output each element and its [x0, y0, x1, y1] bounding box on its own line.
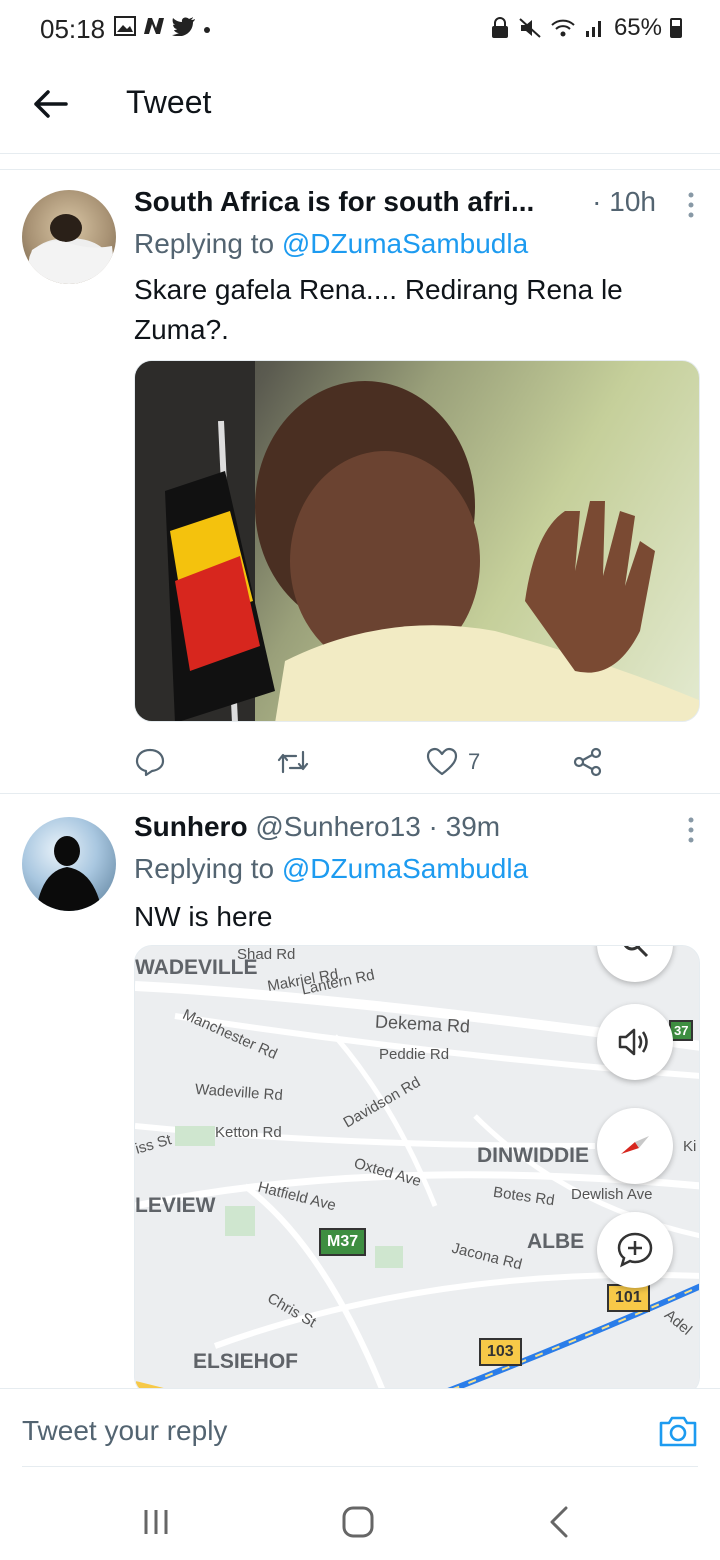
- map-label: Shad Rd: [237, 946, 296, 963]
- more-vertical-icon[interactable]: [684, 815, 698, 845]
- home-icon[interactable]: [338, 1504, 378, 1540]
- add-report-icon: [617, 1232, 653, 1268]
- display-name[interactable]: Sunhero: [134, 811, 248, 842]
- divider: [22, 1466, 698, 1467]
- tweet-photo[interactable]: [134, 360, 700, 722]
- heart-icon: [426, 747, 458, 776]
- tweet-text: NW is here: [134, 901, 273, 932]
- mute-icon: [519, 18, 541, 38]
- avatar[interactable]: [22, 817, 116, 911]
- road-badge: 103: [479, 1338, 522, 1366]
- camera-icon[interactable]: [658, 1413, 698, 1449]
- header: Tweet: [0, 58, 720, 154]
- map-label: Peddie Rd: [379, 1046, 450, 1063]
- wifi-icon: [551, 19, 575, 37]
- tweet-header: Sunhero @Sunhero13 · 39m: [134, 811, 698, 851]
- avatar-photo: [36, 836, 102, 911]
- replying-label: Replying to: [134, 228, 282, 259]
- system-nav-bar: [0, 1480, 720, 1560]
- share-icon: [573, 747, 602, 777]
- more-vertical-icon[interactable]: [684, 190, 698, 220]
- replying-handle-link[interactable]: @DZumaSambudla: [282, 853, 528, 884]
- speaker-icon: [618, 1028, 648, 1056]
- divider: [0, 154, 720, 170]
- road-badge: 101: [607, 1284, 650, 1312]
- map-add-report-button[interactable]: [597, 1212, 673, 1288]
- map-label: DINWIDDIE: [477, 1144, 589, 1167]
- map-label: Dewlish Ave: [571, 1186, 653, 1203]
- photo-illustration: [135, 361, 699, 721]
- status-bar: 05:18 65%: [0, 0, 720, 58]
- share-button[interactable]: [572, 742, 604, 782]
- reply-button[interactable]: [134, 742, 166, 782]
- back-arrow-icon[interactable]: [30, 84, 70, 124]
- battery-icon: [670, 18, 682, 38]
- page-title: Tweet: [126, 84, 212, 120]
- reply-icon: [135, 748, 165, 777]
- recent-apps-icon[interactable]: [136, 1504, 176, 1540]
- tweet-time: · 10h: [592, 186, 656, 217]
- gallery-icon: [114, 16, 136, 36]
- map-label: Ki: [683, 1138, 697, 1155]
- retweet-button[interactable]: [276, 742, 310, 782]
- status-left-icons: [114, 16, 212, 36]
- handle-and-time: @Sunhero13 · 39m: [255, 811, 501, 842]
- map-label: ALBE: [527, 1230, 585, 1253]
- map-sound-button[interactable]: [597, 1004, 673, 1080]
- dot-icon: [204, 27, 210, 33]
- replying-label: Replying to: [134, 853, 282, 884]
- tweet-header: South Africa is for south afri... · 10h: [134, 186, 698, 226]
- compass-icon: [621, 1136, 649, 1154]
- search-icon: [623, 946, 649, 958]
- map-label: Ketton Rd: [215, 1124, 282, 1141]
- replying-handle-link[interactable]: @DZumaSambudla: [282, 228, 528, 259]
- reply-input[interactable]: Tweet your reply: [22, 1415, 227, 1447]
- like-count: 7: [468, 749, 481, 774]
- replying-to: Replying to @DZumaSambudla: [134, 228, 528, 260]
- lock-icon: [491, 17, 508, 38]
- avatar[interactable]: [22, 190, 116, 284]
- map-label: LEVIEW: [135, 1194, 216, 1217]
- display-name[interactable]: South Africa is for south afri...: [134, 186, 534, 217]
- status-right-icons: 65%: [490, 14, 682, 42]
- map-label: ELSIEHOF: [193, 1350, 299, 1373]
- retweet-icon: [277, 750, 309, 774]
- tweet[interactable]: Sunhero @Sunhero13 · 39m Replying to @DZ…: [0, 795, 720, 1395]
- battery-percent: 65%: [613, 14, 662, 41]
- road-badge: M37: [319, 1228, 367, 1256]
- tweet-map-image[interactable]: WADEVILLE Shad Rd Makriel Rd Lantern Rd …: [134, 945, 700, 1395]
- n-icon: [144, 18, 164, 34]
- replying-to: Replying to @DZumaSambudla: [134, 853, 528, 885]
- tweet-actions: 7: [134, 742, 614, 782]
- tweet[interactable]: South Africa is for south afri... · 10h …: [0, 170, 720, 794]
- signal-icon: [585, 21, 601, 37]
- status-time: 05:18: [40, 14, 106, 44]
- reply-bar: Tweet your reply: [0, 1388, 720, 1468]
- twitter-bird-icon: [172, 17, 195, 36]
- like-button[interactable]: 7: [426, 742, 480, 782]
- tweet-text: Skare gafela Rena.... Redirang Rena le Z…: [134, 274, 623, 345]
- avatar-photo: [22, 214, 116, 284]
- back-icon[interactable]: [540, 1504, 580, 1540]
- map-compass-button[interactable]: [597, 1108, 673, 1184]
